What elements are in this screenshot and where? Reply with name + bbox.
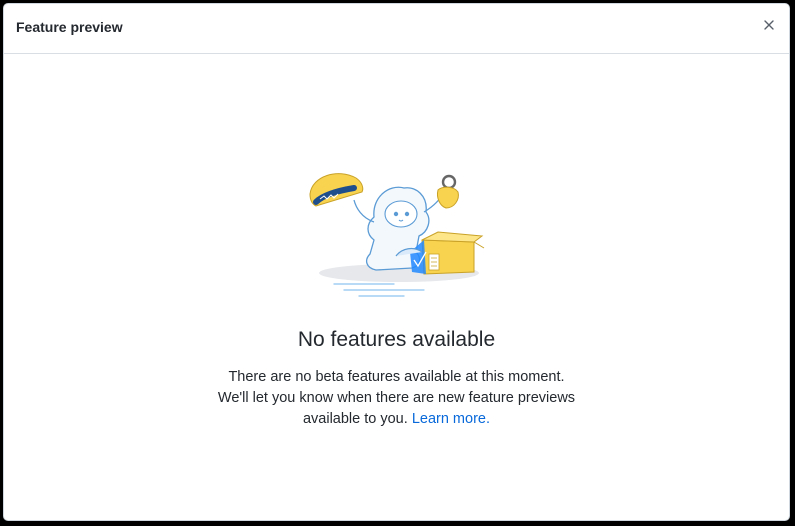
description-line-2: We'll let you know when there are new fe… [217,390,576,406]
empty-state-heading: No features available [297,328,496,351]
description-line-3-text: available to you. [302,411,408,427]
empty-state-description: There are no beta features available at … [4,367,789,430]
dialog-body: No features available There are no beta … [4,54,789,520]
octocat-unboxing-illustration-icon [309,173,485,297]
learn-more-link[interactable]: Learn more. [412,411,490,427]
close-button[interactable] [759,15,779,35]
description-line-1: There are no beta features available at … [228,369,565,385]
close-icon [764,20,774,30]
dialog-title: Feature preview [16,19,123,35]
description-line-3: available to you. Learn more. [4,409,789,430]
dialog-header: Feature preview [4,4,789,54]
feature-preview-dialog: Feature preview No features available Th… [3,3,790,521]
